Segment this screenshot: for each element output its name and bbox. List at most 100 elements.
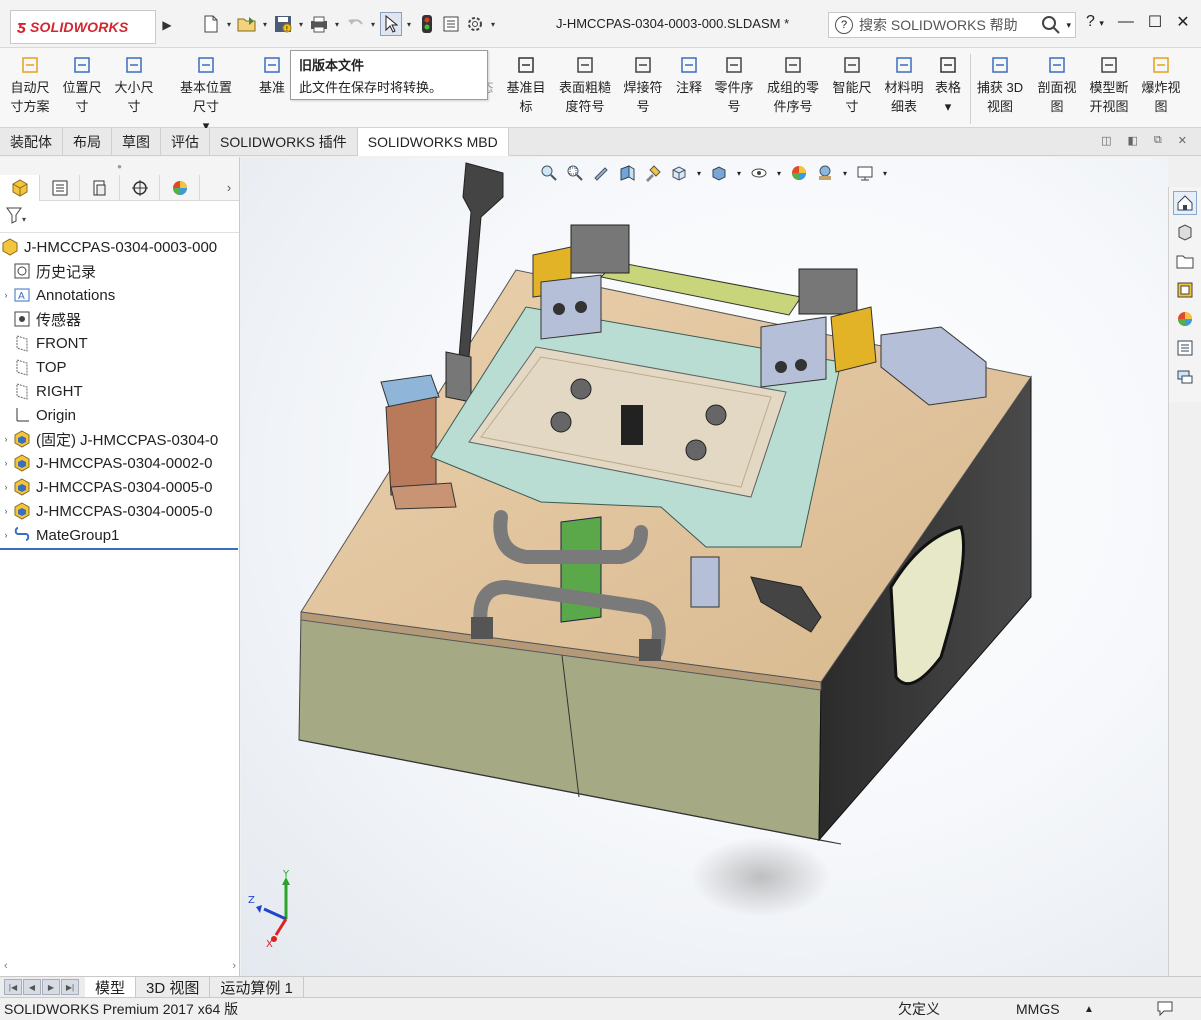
- configuration-manager-tab-icon[interactable]: [80, 174, 120, 201]
- ribbon-button-1[interactable]: 位置尺寸: [52, 54, 112, 116]
- assembly-model-view[interactable]: [241, 157, 1168, 976]
- tree-item[interactable]: › J-HMCCPAS-0304-0005-0: [0, 475, 239, 499]
- tree-expand-toggle[interactable]: ›: [0, 458, 12, 468]
- print-dropdown-icon[interactable]: ▾: [332, 20, 342, 29]
- ribbon-button-0[interactable]: 自动尺 寸方案: [0, 54, 60, 116]
- next-tab-icon[interactable]: ▶: [42, 979, 60, 995]
- last-tab-icon[interactable]: ▶|: [61, 979, 79, 995]
- view-palette-icon[interactable]: [1173, 278, 1197, 302]
- bottom-tab[interactable]: 运动算例 1: [210, 976, 304, 998]
- tree-item[interactable]: TOP: [0, 355, 239, 379]
- ribbon-button-14[interactable]: 成组的零 件序号: [763, 54, 823, 116]
- scroll-left-icon[interactable]: ‹: [4, 960, 8, 972]
- options-dropdown-icon[interactable]: ▾: [488, 20, 498, 29]
- tree-item[interactable]: FRONT: [0, 331, 239, 355]
- tree-item[interactable]: › J-HMCCPAS-0304-0002-0: [0, 451, 239, 475]
- tree-item[interactable]: 历史记录: [0, 259, 239, 283]
- unit-system[interactable]: MMGS: [1016, 1001, 1060, 1017]
- command-tab[interactable]: 布局: [63, 128, 112, 156]
- tree-horizontal-scrollbar[interactable]: ‹ ›: [0, 956, 240, 976]
- open-document-icon[interactable]: [236, 12, 258, 36]
- ribbon-button-20[interactable]: 模型断 开视图: [1079, 54, 1139, 116]
- prev-tab-icon[interactable]: ◀: [23, 979, 41, 995]
- ribbon-button-21[interactable]: 爆炸视图: [1131, 54, 1191, 116]
- scroll-right-icon[interactable]: ›: [232, 960, 236, 972]
- display-manager-tab-icon[interactable]: [160, 174, 200, 201]
- ribbon-button-17[interactable]: 表格 ▾: [918, 54, 978, 116]
- close-icon[interactable]: ✕: [1176, 12, 1189, 32]
- custom-properties-icon[interactable]: [1173, 336, 1197, 360]
- select-dropdown-icon[interactable]: ▾: [404, 20, 414, 29]
- save-icon[interactable]: !: [272, 12, 294, 36]
- solidworks-logo[interactable]: ƽ SOLIDWORKS: [10, 10, 156, 44]
- bottom-tab[interactable]: 模型: [85, 976, 137, 998]
- tree-item[interactable]: › (固定) J-HMCCPAS-0304-0: [0, 427, 239, 451]
- new-dropdown-icon[interactable]: ▾: [224, 20, 234, 29]
- tree-expand-toggle[interactable]: ›: [0, 530, 12, 540]
- restore-pane-icon[interactable]: ◫: [1101, 134, 1111, 147]
- tile-window-icon[interactable]: ⧉: [1154, 134, 1162, 147]
- help-button[interactable]: ? ▾: [1086, 13, 1104, 31]
- menu-expand-arrow-icon[interactable]: ▶: [160, 15, 174, 35]
- feature-manager-tab-icon[interactable]: [0, 174, 40, 201]
- tree-expand-toggle[interactable]: ›: [0, 434, 12, 444]
- maximize-icon[interactable]: ☐: [1148, 12, 1162, 32]
- ribbon-button-3[interactable]: 基本位置尺寸 ▾: [176, 54, 236, 135]
- search-icon[interactable]: [1036, 13, 1066, 37]
- options-gear-icon[interactable]: [464, 12, 486, 36]
- ribbon-button-18[interactable]: 捕获 3D 视图: [970, 54, 1030, 116]
- tree-expand-toggle[interactable]: ›: [0, 482, 12, 492]
- design-library-icon[interactable]: [1173, 220, 1197, 244]
- tree-item[interactable]: 传感器: [0, 307, 239, 331]
- print-icon[interactable]: [308, 12, 330, 36]
- help-search-box[interactable]: ? 搜索 SOLIDWORKS 帮助 ▾: [828, 12, 1076, 38]
- undo-icon[interactable]: [344, 12, 366, 36]
- appearances-scenes-icon[interactable]: [1173, 307, 1197, 331]
- file-properties-icon[interactable]: [440, 12, 462, 36]
- bottom-tab[interactable]: 3D 视图: [136, 976, 211, 998]
- ribbon-button-10[interactable]: 表面粗糙 度符号: [555, 54, 615, 116]
- command-tab[interactable]: 装配体: [0, 128, 63, 156]
- file-explorer-icon[interactable]: [1173, 249, 1197, 273]
- save-dropdown-icon[interactable]: ▾: [296, 20, 306, 29]
- rebuild-traffic-light-icon[interactable]: [416, 12, 438, 36]
- ribbon-label-line2: 视图: [986, 99, 1013, 114]
- minimize-icon[interactable]: —: [1118, 13, 1134, 31]
- tree-item[interactable]: › A Annotations: [0, 283, 239, 307]
- ribbon-button-19[interactable]: 剖面视图: [1027, 54, 1087, 116]
- close-document-icon[interactable]: ✕: [1178, 134, 1187, 147]
- ribbon-button-15[interactable]: 智能尺寸: [822, 54, 882, 116]
- filter-icon[interactable]: ▾: [6, 206, 28, 227]
- command-tab[interactable]: 草图: [112, 128, 161, 156]
- ribbon-button-13[interactable]: 零件序号: [704, 54, 764, 116]
- panel-grip[interactable]: ●: [0, 157, 239, 175]
- solidworks-resources-home-icon[interactable]: [1173, 191, 1197, 215]
- tree-item[interactable]: › J-HMCCPAS-0304-0005-0: [0, 499, 239, 523]
- search-dropdown-icon[interactable]: ▾: [1066, 20, 1071, 31]
- tree-item[interactable]: RIGHT: [0, 379, 239, 403]
- command-tab[interactable]: 评估: [161, 128, 210, 156]
- tree-root-assembly[interactable]: J-HMCCPAS-0304-0003-000: [0, 235, 239, 259]
- undo-dropdown-icon[interactable]: ▾: [368, 20, 378, 29]
- tree-expand-toggle[interactable]: ›: [0, 290, 12, 300]
- rollback-bar[interactable]: [0, 548, 238, 550]
- graphics-area[interactable]: ▾ ▾ ▾ ▾ ▾ Y Z X: [241, 157, 1168, 976]
- tree-item[interactable]: › MateGroup1: [0, 523, 239, 547]
- units-menu-icon[interactable]: ▲: [1084, 1004, 1094, 1015]
- forum-icon[interactable]: [1173, 365, 1197, 389]
- select-pointer-icon[interactable]: [380, 12, 402, 36]
- feedback-icon[interactable]: [1156, 1000, 1174, 1019]
- tree-expand-toggle[interactable]: ›: [0, 506, 12, 516]
- dimxpert-manager-tab-icon[interactable]: [120, 174, 160, 201]
- open-dropdown-icon[interactable]: ▾: [260, 20, 270, 29]
- new-document-icon[interactable]: [200, 12, 222, 36]
- ribbon-button-2[interactable]: 大小尺寸: [104, 54, 164, 116]
- command-tab[interactable]: SOLIDWORKS MBD: [357, 128, 509, 156]
- first-tab-icon[interactable]: |◀: [4, 979, 22, 995]
- ribbon-button-9[interactable]: 基准目标: [496, 54, 556, 116]
- command-tab[interactable]: SOLIDWORKS 插件: [210, 128, 358, 156]
- more-tabs-arrow-icon[interactable]: ›: [219, 180, 239, 195]
- tree-item[interactable]: Origin: [0, 403, 239, 427]
- split-pane-icon[interactable]: ◧: [1128, 134, 1138, 147]
- property-manager-tab-icon[interactable]: [40, 174, 80, 201]
